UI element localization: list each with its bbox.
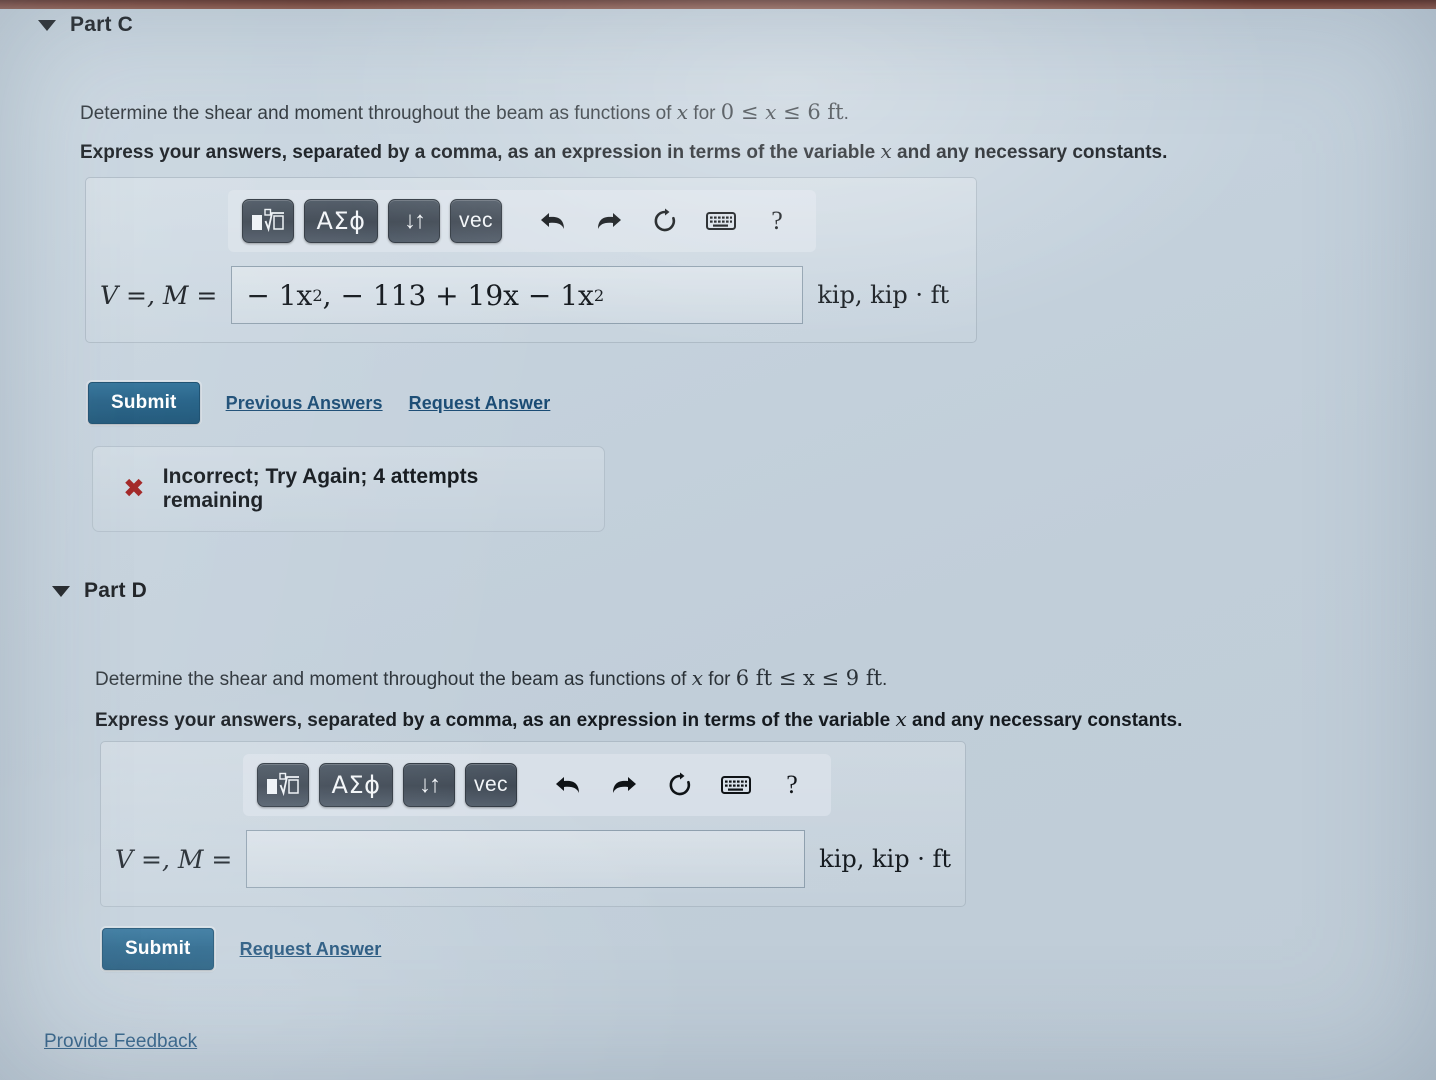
redo-icon[interactable] — [586, 199, 632, 243]
undo-arrow-icon — [541, 213, 564, 229]
part-c-answer-value-a: − 1x — [246, 278, 313, 312]
reset-icon[interactable] — [657, 763, 703, 807]
part-d-submit-button[interactable]: Submit — [102, 928, 214, 970]
part-d-question-trail: . — [882, 669, 888, 690]
part-c-range-high: 6 — [807, 100, 821, 124]
part-c-submit-button[interactable]: Submit — [88, 382, 200, 424]
greek-symbols-button[interactable]: ΑΣϕ — [319, 763, 393, 807]
math-template-button[interactable] — [242, 199, 294, 243]
part-d-range-low: 6 ft — [735, 666, 773, 690]
part-c-question-variable: x — [676, 100, 689, 124]
keyboard-icon[interactable] — [713, 763, 759, 807]
part-c-actions: Submit Previous Answers Request Answer — [88, 382, 550, 424]
redo-icon[interactable] — [601, 763, 647, 807]
greek-symbols-label: ΑΣϕ — [331, 771, 381, 799]
part-d-answer-row: V =, M = kip, kip · ft — [115, 830, 951, 888]
undo-icon[interactable] — [530, 199, 576, 243]
help-icon[interactable]: ? — [754, 199, 800, 243]
nth-root-icon — [267, 772, 299, 797]
part-d-math-toolbar: ΑΣϕ ↓↑ vec ? — [243, 754, 831, 816]
part-d-question-mid: for — [703, 669, 736, 690]
circular-arrow-icon — [669, 772, 691, 796]
vector-button[interactable]: vec — [465, 763, 517, 807]
caret-down-icon[interactable] — [52, 585, 70, 597]
part-d-instruction-pre: Express your answers, separated by a com… — [95, 710, 896, 731]
part-c-answer-input[interactable]: − 1x 2, − 113 + 19x − 1x 2 — [231, 266, 804, 324]
part-c-feedback-banner: ✖ Incorrect; Try Again; 4 attempts remai… — [92, 446, 605, 532]
nth-root-icon — [252, 208, 284, 233]
part-c-question-text: Determine the shear and moment throughou… — [80, 100, 849, 124]
part-c-range-variable: x — [765, 100, 777, 124]
part-c-range-low: 0 — [720, 100, 735, 124]
vector-label: vec — [474, 773, 508, 796]
part-c-answer-exp-a: 2 — [312, 285, 323, 305]
vector-button[interactable]: vec — [450, 199, 502, 243]
part-c-answer-container: ΑΣϕ ↓↑ vec ? V =, M = − 1x 2 , − 113 + 1… — [85, 177, 977, 343]
photo-bezel-band — [0, 0, 1436, 9]
reset-icon[interactable] — [642, 199, 688, 243]
part-c-range-unit: ft — [827, 100, 844, 124]
part-c-question-lead: Determine the shear and moment throughou… — [80, 103, 677, 124]
help-question-mark: ? — [786, 770, 798, 799]
help-question-mark: ? — [771, 206, 783, 235]
part-d-question-lead: Determine the shear and moment throughou… — [95, 669, 692, 690]
part-c-previous-answers-link[interactable]: Previous Answers — [226, 393, 383, 414]
greek-symbols-label: ΑΣϕ — [316, 207, 366, 235]
part-c-feedback-text: Incorrect; Try Again; 4 attempts remaini… — [162, 465, 479, 512]
part-d-instruction-variable: x — [895, 707, 907, 731]
part-c-instruction-post: and any necessary constants. — [891, 142, 1168, 163]
redo-arrow-icon — [613, 777, 636, 793]
circular-arrow-icon — [654, 208, 676, 232]
part-d-range-high: 9 — [845, 666, 860, 690]
part-d-question-text: Determine the shear and moment throughou… — [95, 666, 888, 690]
part-c-instruction: Express your answers, separated by a com… — [80, 138, 1167, 166]
provide-feedback-link[interactable]: Provide Feedback — [44, 1031, 197, 1053]
part-c-answer-label: V =, M = — [100, 280, 218, 310]
part-c-answer-row: V =, M = − 1x 2, − 113 + 19x − 1x 2 kip, k… — [100, 266, 962, 324]
on-screen-keyboard-icon — [721, 776, 751, 794]
part-d-question-variable: x — [691, 666, 704, 690]
part-c-instruction-pre: Express your answers, separated by a com… — [80, 142, 881, 163]
part-c-math-toolbar: ΑΣϕ ↓↑ vec ? — [228, 190, 816, 252]
vector-label: vec — [459, 209, 493, 232]
part-d-actions: Submit Request Answer — [102, 928, 381, 970]
part-d-request-answer-link[interactable]: Request Answer — [240, 939, 382, 960]
redo-arrow-icon — [598, 213, 621, 229]
undo-icon[interactable] — [545, 763, 591, 807]
part-c-answer-value-b: , − 113 + 19x − 1x — [322, 278, 594, 312]
part-d-answer-input[interactable] — [246, 830, 806, 888]
undo-arrow-icon — [556, 777, 579, 793]
help-icon[interactable]: ? — [769, 763, 815, 807]
part-c-header[interactable]: Part C — [38, 13, 133, 37]
part-c-question-trail: . — [843, 103, 849, 124]
part-c-request-answer-link[interactable]: Request Answer — [409, 393, 551, 414]
part-d-instruction: Express your answers, separated by a com… — [95, 706, 1182, 734]
part-c-title: Part C — [70, 13, 134, 36]
x-mark-icon: ✖ — [123, 474, 145, 504]
subscript-superscript-button[interactable]: ↓↑ — [403, 763, 455, 807]
part-c-answer-exp-b: 2 — [593, 285, 605, 305]
keyboard-icon[interactable] — [698, 199, 744, 243]
part-d-instruction-post: and any necessary constants. — [906, 710, 1183, 731]
up-down-arrows-icon: ↓↑ — [419, 771, 441, 798]
part-d-header[interactable]: Part D — [52, 579, 147, 603]
caret-down-icon[interactable] — [38, 19, 56, 31]
part-d-answer-units: kip, kip · ft — [819, 845, 951, 873]
part-d-answer-label: V =, M = — [115, 844, 233, 874]
math-template-button[interactable] — [257, 763, 309, 807]
greek-symbols-button[interactable]: ΑΣϕ — [304, 199, 378, 243]
part-c-answer-units: kip, kip · ft — [817, 281, 950, 309]
up-down-arrows-icon: ↓↑ — [404, 207, 426, 234]
part-d-range-unit: ft — [865, 666, 883, 690]
part-d-answer-container: ΑΣϕ ↓↑ vec ? V =, M = kip, kip · ft — [100, 741, 966, 907]
part-d-title: Part D — [84, 579, 148, 602]
on-screen-keyboard-icon — [706, 212, 736, 230]
part-c-question-mid: for — [688, 103, 721, 124]
subscript-superscript-button[interactable]: ↓↑ — [388, 199, 440, 243]
part-d-range-variable: x — [802, 666, 815, 690]
part-c-instruction-variable: x — [880, 139, 892, 163]
